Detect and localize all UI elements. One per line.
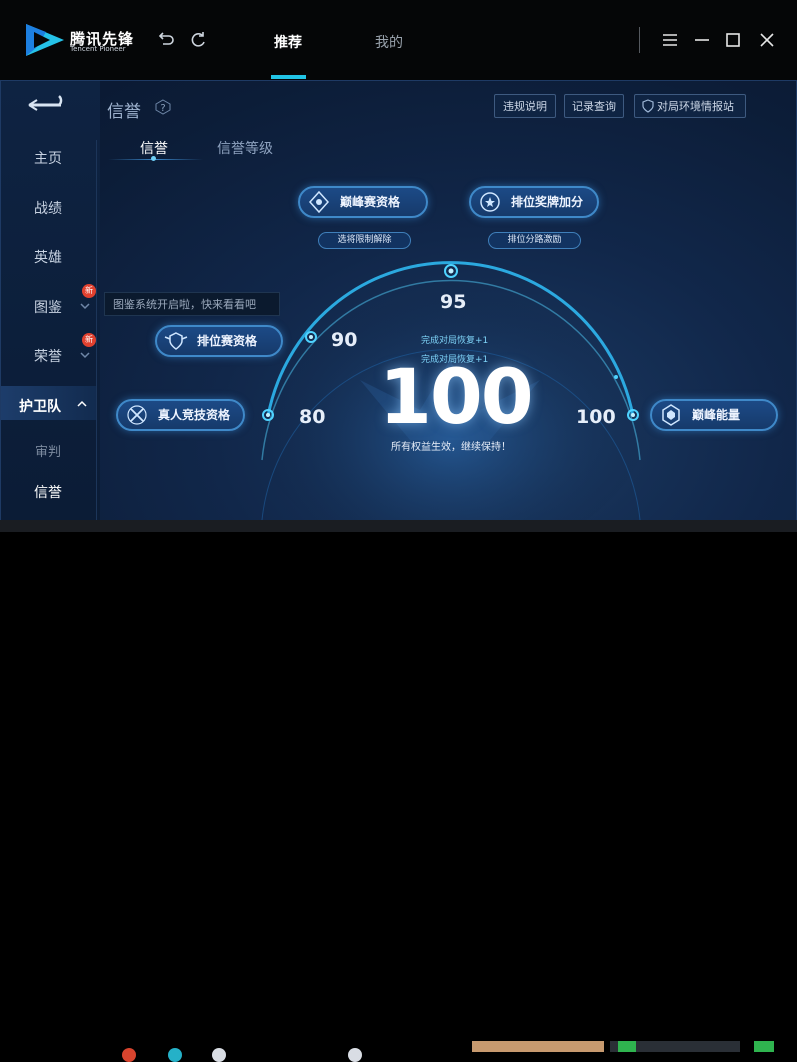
- sidebar-divider: [96, 140, 97, 520]
- subtab-credit[interactable]: 信誉: [140, 138, 168, 158]
- help-icon[interactable]: ?: [155, 99, 171, 115]
- swords-icon: [127, 405, 147, 425]
- rank-qualification-pill[interactable]: 排位赛资格: [155, 325, 283, 357]
- minimize-icon[interactable]: [692, 30, 712, 50]
- taskbar-app-icon[interactable]: [348, 1048, 362, 1062]
- app-logo: 腾讯先锋 Tencent Pioneer: [24, 22, 134, 60]
- chevron-down-icon[interactable]: [80, 302, 90, 310]
- menu-icon[interactable]: [660, 30, 680, 50]
- medal-icon: [480, 192, 500, 212]
- threshold-100: 100: [576, 406, 616, 428]
- rank-lane-incentive-tag: 排位分路激励: [488, 232, 581, 249]
- active-tab-indicator: [271, 75, 306, 79]
- shield-icon: [642, 99, 654, 113]
- back-icon[interactable]: [27, 94, 69, 116]
- tab-mine[interactable]: 我的: [375, 32, 403, 52]
- threshold-80: 80: [299, 406, 326, 428]
- sidebar-item-heroes[interactable]: 英雄: [0, 247, 96, 267]
- rank-medal-bonus-label: 排位奖牌加分: [511, 195, 584, 209]
- taskbar-app-icon[interactable]: [618, 1041, 636, 1052]
- brand-subtitle: Tencent Pioneer: [70, 45, 126, 53]
- chevron-up-icon[interactable]: [77, 400, 87, 408]
- wings-shield-icon: [164, 332, 188, 350]
- subtab-credit-level[interactable]: 信誉等级: [217, 138, 273, 158]
- taskbar-app-icon[interactable]: [122, 1048, 136, 1062]
- chevron-down-icon[interactable]: [80, 351, 90, 359]
- select-restriction-tag: 选将限制解除: [318, 232, 411, 249]
- hexagon-energy-icon: [662, 404, 680, 426]
- diamond-icon: [308, 190, 330, 214]
- real-competition-pill[interactable]: 真人竞技资格: [116, 399, 245, 431]
- peak-energy-pill[interactable]: 巅峰能量: [650, 399, 778, 431]
- sidebar-item-credit[interactable]: 信誉: [0, 482, 96, 502]
- sidebar: 主页 战绩 英雄 图鉴 新 荣誉 新 护卫队 审判 信誉: [0, 80, 100, 520]
- rank-medal-bonus-pill[interactable]: 排位奖牌加分: [469, 186, 599, 218]
- sidebar-item-home[interactable]: 主页: [0, 148, 96, 168]
- threshold-95: 95: [440, 291, 467, 313]
- record-query-button[interactable]: 记录查询: [564, 94, 624, 118]
- logo-mark-icon: [26, 24, 64, 56]
- title-bar: 腾讯先锋 Tencent Pioneer 推荐 我的: [0, 0, 797, 80]
- taskbar: [0, 520, 797, 1062]
- credit-score: 100: [379, 352, 534, 441]
- match-env-intel-label: 对局环境情报站: [657, 100, 734, 113]
- rank-qualification-label: 排位赛资格: [197, 334, 258, 348]
- new-badge-honor: 新: [82, 333, 96, 347]
- taskbar-app-icon[interactable]: [754, 1041, 774, 1052]
- recovery-line-1: 完成对局恢复+1: [421, 336, 489, 346]
- peak-energy-label: 巅峰能量: [692, 408, 741, 422]
- page-title: 信誉: [107, 102, 141, 122]
- sidebar-item-judge[interactable]: 审判: [0, 441, 96, 460]
- svg-text:?: ?: [160, 103, 165, 114]
- close-icon[interactable]: [757, 30, 777, 50]
- threshold-90: 90: [331, 329, 358, 351]
- peak-qualification-pill[interactable]: 巅峰赛资格: [298, 186, 428, 218]
- match-env-intel-button[interactable]: 对局环境情报站: [634, 94, 746, 118]
- violation-info-button[interactable]: 违规说明: [494, 94, 556, 118]
- codex-tooltip: 图鉴系统开启啦，快来看看吧: [104, 292, 280, 316]
- sidebar-item-guard[interactable]: 护卫队: [0, 396, 88, 416]
- subtab-indicator-dot: [151, 156, 156, 161]
- credit-status: 所有权益生效，继续保持！: [391, 442, 511, 453]
- refresh-icon[interactable]: [188, 30, 208, 50]
- app-content: 主页 战绩 英雄 图鉴 新 荣誉 新 护卫队 审判 信誉 图鉴系统开启啦，快来看…: [0, 80, 797, 520]
- tab-recommend[interactable]: 推荐: [274, 32, 302, 52]
- sidebar-item-records[interactable]: 战绩: [0, 198, 96, 218]
- real-competition-label: 真人竞技资格: [158, 408, 231, 422]
- taskbar-window[interactable]: [472, 1041, 604, 1052]
- maximize-icon[interactable]: [723, 30, 743, 50]
- peak-qualification-label: 巅峰赛资格: [340, 195, 401, 209]
- titlebar-divider: [639, 27, 640, 53]
- taskbar-app-icon[interactable]: [212, 1048, 226, 1062]
- undo-icon[interactable]: [156, 30, 176, 50]
- taskbar-app-icon[interactable]: [168, 1048, 182, 1062]
- new-badge-codex: 新: [82, 284, 96, 298]
